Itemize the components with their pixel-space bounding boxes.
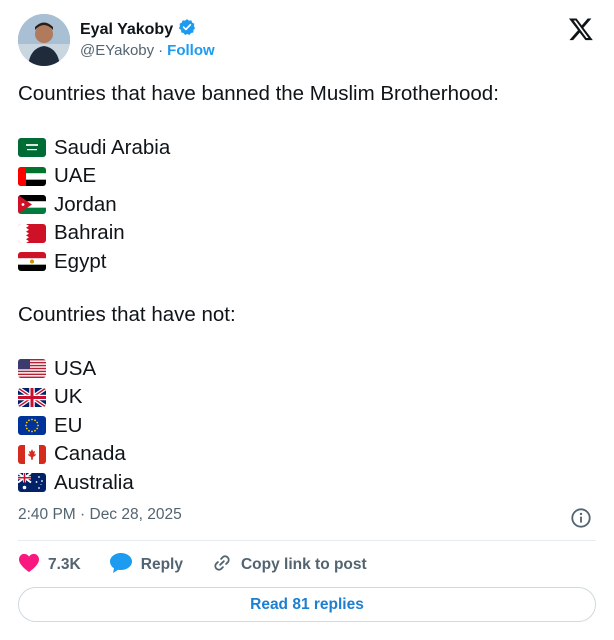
speech-bubble-icon bbox=[109, 552, 133, 579]
usa-flag-icon bbox=[18, 359, 46, 379]
post-timestamp[interactable]: 2:40 PM · Dec 28, 2025 bbox=[18, 506, 182, 524]
avatar[interactable] bbox=[18, 14, 70, 66]
like-count: 7.3K bbox=[48, 556, 81, 573]
list-item-label: UAE bbox=[54, 164, 97, 187]
post-text: Countries that have banned the Muslim Br… bbox=[18, 80, 499, 497]
saudi-arabia-flag-icon bbox=[18, 138, 46, 158]
reply-label: Reply bbox=[140, 556, 183, 573]
heart-icon bbox=[18, 553, 40, 578]
read-replies-button[interactable]: Read 81 replies bbox=[18, 587, 596, 622]
list-item-label: EU bbox=[54, 413, 83, 437]
list-item: UAE bbox=[18, 162, 499, 191]
list-item: USA bbox=[18, 355, 499, 384]
list-item: UK bbox=[18, 383, 499, 412]
list-item-label: Egypt bbox=[54, 249, 107, 273]
list-item: Jordan bbox=[18, 191, 499, 220]
list-item: Australia bbox=[18, 469, 499, 498]
list-item-label: Saudi Arabia bbox=[54, 135, 171, 159]
list-item-label: USA bbox=[54, 356, 97, 380]
eu-flag-icon bbox=[18, 416, 46, 436]
egypt-flag-icon bbox=[18, 252, 46, 272]
embedded-post-card: Eyal Yakoby @EYakoby · Follow Countries … bbox=[0, 0, 614, 640]
author-handle-row: @EYakoby · Follow bbox=[80, 42, 215, 59]
list-item: Canada bbox=[18, 440, 499, 469]
list-item-label: UK bbox=[54, 385, 83, 408]
author-name[interactable]: Eyal Yakoby bbox=[80, 21, 173, 39]
canada-flag-icon bbox=[18, 444, 46, 464]
post-header: Eyal Yakoby @EYakoby · Follow bbox=[18, 12, 596, 68]
author-handle[interactable]: @EYakoby bbox=[80, 42, 154, 59]
post-actions: 7.3K Reply Copy link to post bbox=[18, 552, 395, 578]
list-item-label: Jordan bbox=[54, 192, 117, 216]
uk-flag-icon bbox=[18, 387, 46, 407]
list-item-label: Bahrain bbox=[54, 221, 125, 244]
bahrain-flag-icon bbox=[18, 223, 46, 243]
follow-button[interactable]: Follow bbox=[167, 42, 215, 59]
copy-link-label: Copy link to post bbox=[240, 556, 367, 573]
australia-flag-icon bbox=[18, 473, 46, 493]
list-item: Saudi Arabia bbox=[18, 134, 499, 163]
reply-button[interactable]: Reply bbox=[109, 552, 183, 579]
copy-link-button[interactable]: Copy link to post bbox=[211, 552, 367, 579]
list-item: Egypt bbox=[18, 248, 499, 277]
list-item: Bahrain bbox=[18, 219, 499, 248]
like-button[interactable]: 7.3K bbox=[18, 553, 81, 578]
list-item-label: Australia bbox=[54, 470, 134, 494]
post-not-heading: Countries that have not: bbox=[18, 303, 236, 326]
separator-dot: · bbox=[158, 42, 164, 59]
x-logo-icon[interactable] bbox=[568, 16, 594, 42]
link-icon bbox=[211, 552, 233, 579]
post-intro: Countries that have banned the Muslim Br… bbox=[18, 82, 499, 105]
read-replies-label: Read 81 replies bbox=[250, 595, 364, 613]
uae-flag-icon bbox=[18, 166, 46, 186]
list-item: EU bbox=[18, 412, 499, 441]
list-item-label: Canada bbox=[54, 442, 126, 465]
divider bbox=[18, 540, 596, 541]
author-name-row: Eyal Yakoby bbox=[80, 18, 196, 41]
verified-badge-icon bbox=[178, 18, 196, 41]
info-icon[interactable] bbox=[570, 507, 592, 529]
jordan-flag-icon bbox=[18, 195, 46, 215]
